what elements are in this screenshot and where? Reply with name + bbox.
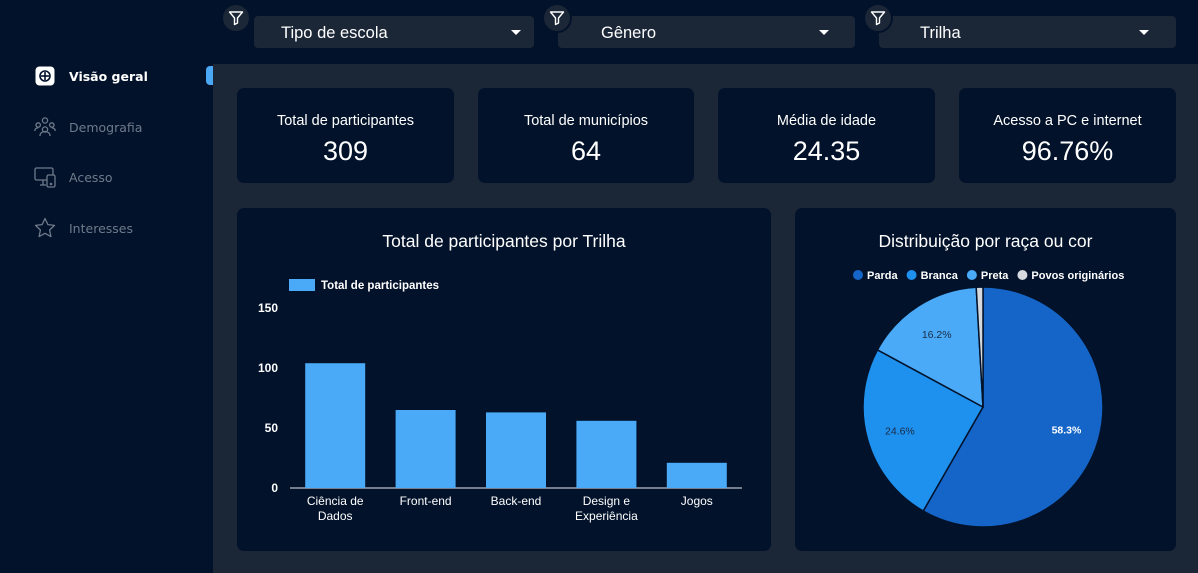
filter-icon [542, 3, 572, 33]
y-tick-label: 100 [258, 361, 278, 375]
sidebar-item-label: Demografia [69, 119, 143, 135]
x-tick-label: Experiência [575, 509, 638, 523]
x-tick-label: Back-end [491, 494, 542, 508]
x-tick-label: Design e [583, 494, 631, 508]
main-content: Total de participantes 309 Total de muni… [213, 64, 1198, 573]
kpi-card-acesso: Acesso a PC e internet 96.76% [959, 88, 1176, 183]
filter-trilha[interactable]: Trilha [879, 16, 1176, 48]
pie-data-label: 24.6% [885, 426, 915, 438]
kpi-value: 309 [322, 136, 369, 166]
x-tick-label: Jogos [681, 494, 713, 508]
people-icon [34, 116, 56, 138]
bar-chart-card: Total de participantes por Trilha Total … [237, 208, 771, 551]
chevron-down-icon [511, 30, 521, 35]
y-tick-label: 0 [271, 481, 278, 495]
legend-label: Parda [867, 270, 898, 282]
sidebar-item-visao-geral[interactable]: Visão geral [34, 64, 148, 88]
filter-tipo-de-escola[interactable]: Tipo de escola [254, 16, 534, 48]
bar [395, 410, 456, 488]
sidebar-item-label: Visão geral [69, 68, 148, 84]
kpi-value: 96.76% [1021, 136, 1114, 166]
y-tick-label: 150 [258, 301, 278, 315]
filter-label: Trilha [920, 24, 961, 42]
star-icon [34, 217, 56, 239]
kpi-value: 64 [570, 136, 602, 166]
filter-icon [863, 3, 893, 33]
x-tick-label: Dados [318, 509, 353, 523]
legend-label: Branca [921, 270, 959, 282]
kpi-card-participantes: Total de participantes 309 [237, 88, 454, 183]
legend-marker [853, 270, 863, 280]
pie-data-label: 16.2% [922, 329, 952, 341]
sidebar-item-label: Acesso [69, 169, 113, 185]
legend-swatch [289, 279, 315, 291]
legend-label: Povos originários [1031, 270, 1124, 282]
kpi-title: Total de participantes [276, 113, 415, 129]
filter-label: Tipo de escola [281, 24, 388, 42]
chevron-down-icon [1139, 30, 1149, 35]
bar [666, 462, 727, 488]
bar-chart: Total de participantes 0 50 100 150 Ciência d… [258, 279, 742, 523]
legend-marker [966, 270, 977, 280]
sidebar-item-interesses[interactable]: Interesses [34, 216, 133, 240]
legend-label: Preta [981, 270, 1009, 282]
kpi-title: Acesso a PC e internet [993, 113, 1142, 129]
active-indicator [206, 66, 213, 85]
kpi-title: Total de municípios [523, 113, 649, 129]
filter-bar: Tipo de escola Gênero Trilha [213, 0, 1198, 64]
grid-icon [34, 65, 56, 87]
pie-chart: Parda Branca Preta Povos originários 58.3% 24… [853, 270, 1124, 528]
chevron-down-icon [819, 30, 829, 35]
sidebar-item-label: Interesses [69, 220, 133, 236]
legend-label: Total de participantes [321, 280, 439, 292]
y-tick-label: 50 [265, 421, 279, 435]
filter-label: Gênero [601, 24, 657, 42]
legend-marker [1017, 270, 1028, 280]
devices-icon [34, 166, 56, 188]
kpi-card-municipios: Total de municípios 64 [478, 88, 694, 183]
bar [576, 420, 637, 488]
pie-chart-card: Distribuição por raça ou cor Parda Branca… [795, 208, 1176, 551]
sidebar-item-demografia[interactable]: Demografia [34, 115, 142, 139]
bar [305, 363, 366, 488]
sidebar-item-acesso[interactable]: Acesso [34, 165, 113, 189]
filter-icon [221, 3, 251, 33]
pie-data-label: 58.3% [1052, 424, 1082, 436]
filter-genero[interactable]: Gênero [558, 16, 855, 48]
x-tick-label: Ciência de [307, 494, 364, 508]
legend-marker [906, 270, 917, 280]
kpi-value: 24.35 [792, 136, 861, 166]
bar [486, 412, 546, 488]
kpi-card-media-idade: Média de idade 24.35 [718, 88, 935, 183]
x-tick-label: Front-end [400, 494, 452, 508]
sidebar: Visão geral Demografia Acesso Interesses [0, 0, 213, 573]
kpi-title: Média de idade [776, 113, 877, 129]
